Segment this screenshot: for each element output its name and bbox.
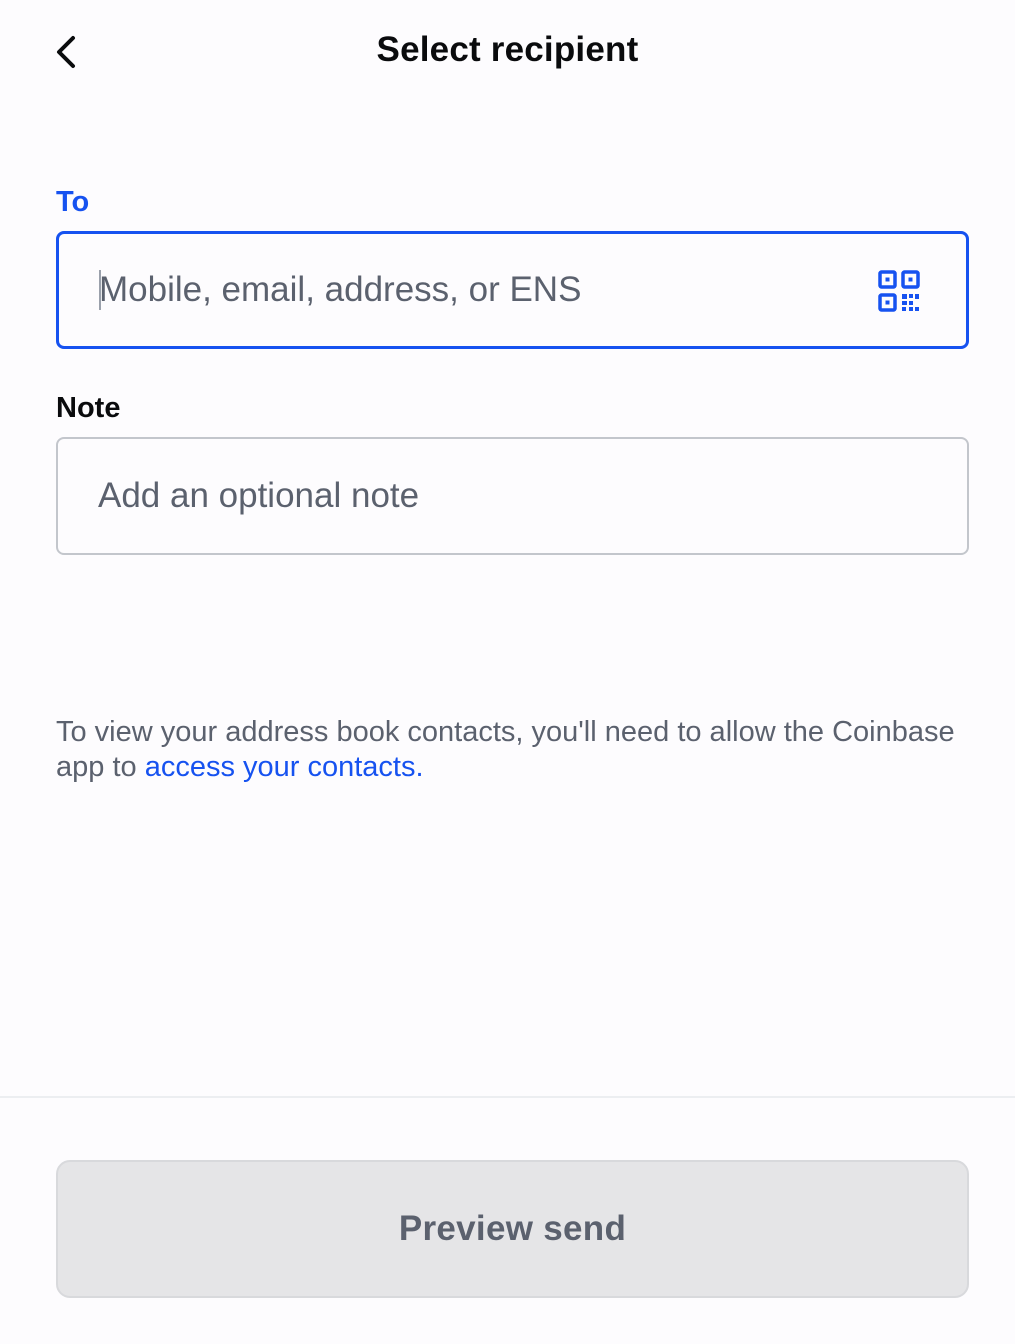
note-input[interactable]: [98, 439, 918, 553]
note-label: Note: [56, 392, 121, 424]
contacts-permission-notice: To view your address book contacts, you'…: [56, 715, 956, 785]
qr-scan-button[interactable]: [878, 270, 920, 312]
note-field[interactable]: [56, 437, 969, 555]
recipient-input[interactable]: [99, 234, 859, 346]
qr-code-icon: [878, 270, 920, 312]
to-field[interactable]: [56, 231, 969, 349]
access-contacts-link[interactable]: access your contacts.: [145, 751, 424, 783]
footer-divider: [0, 1096, 1015, 1098]
preview-send-button[interactable]: Preview send: [56, 1160, 969, 1298]
to-label: To: [56, 186, 90, 218]
header: Select recipient: [0, 0, 1015, 104]
page-title: Select recipient: [376, 30, 639, 69]
select-recipient-screen: Select recipient To Mobile, email, addre…: [0, 0, 1015, 1344]
